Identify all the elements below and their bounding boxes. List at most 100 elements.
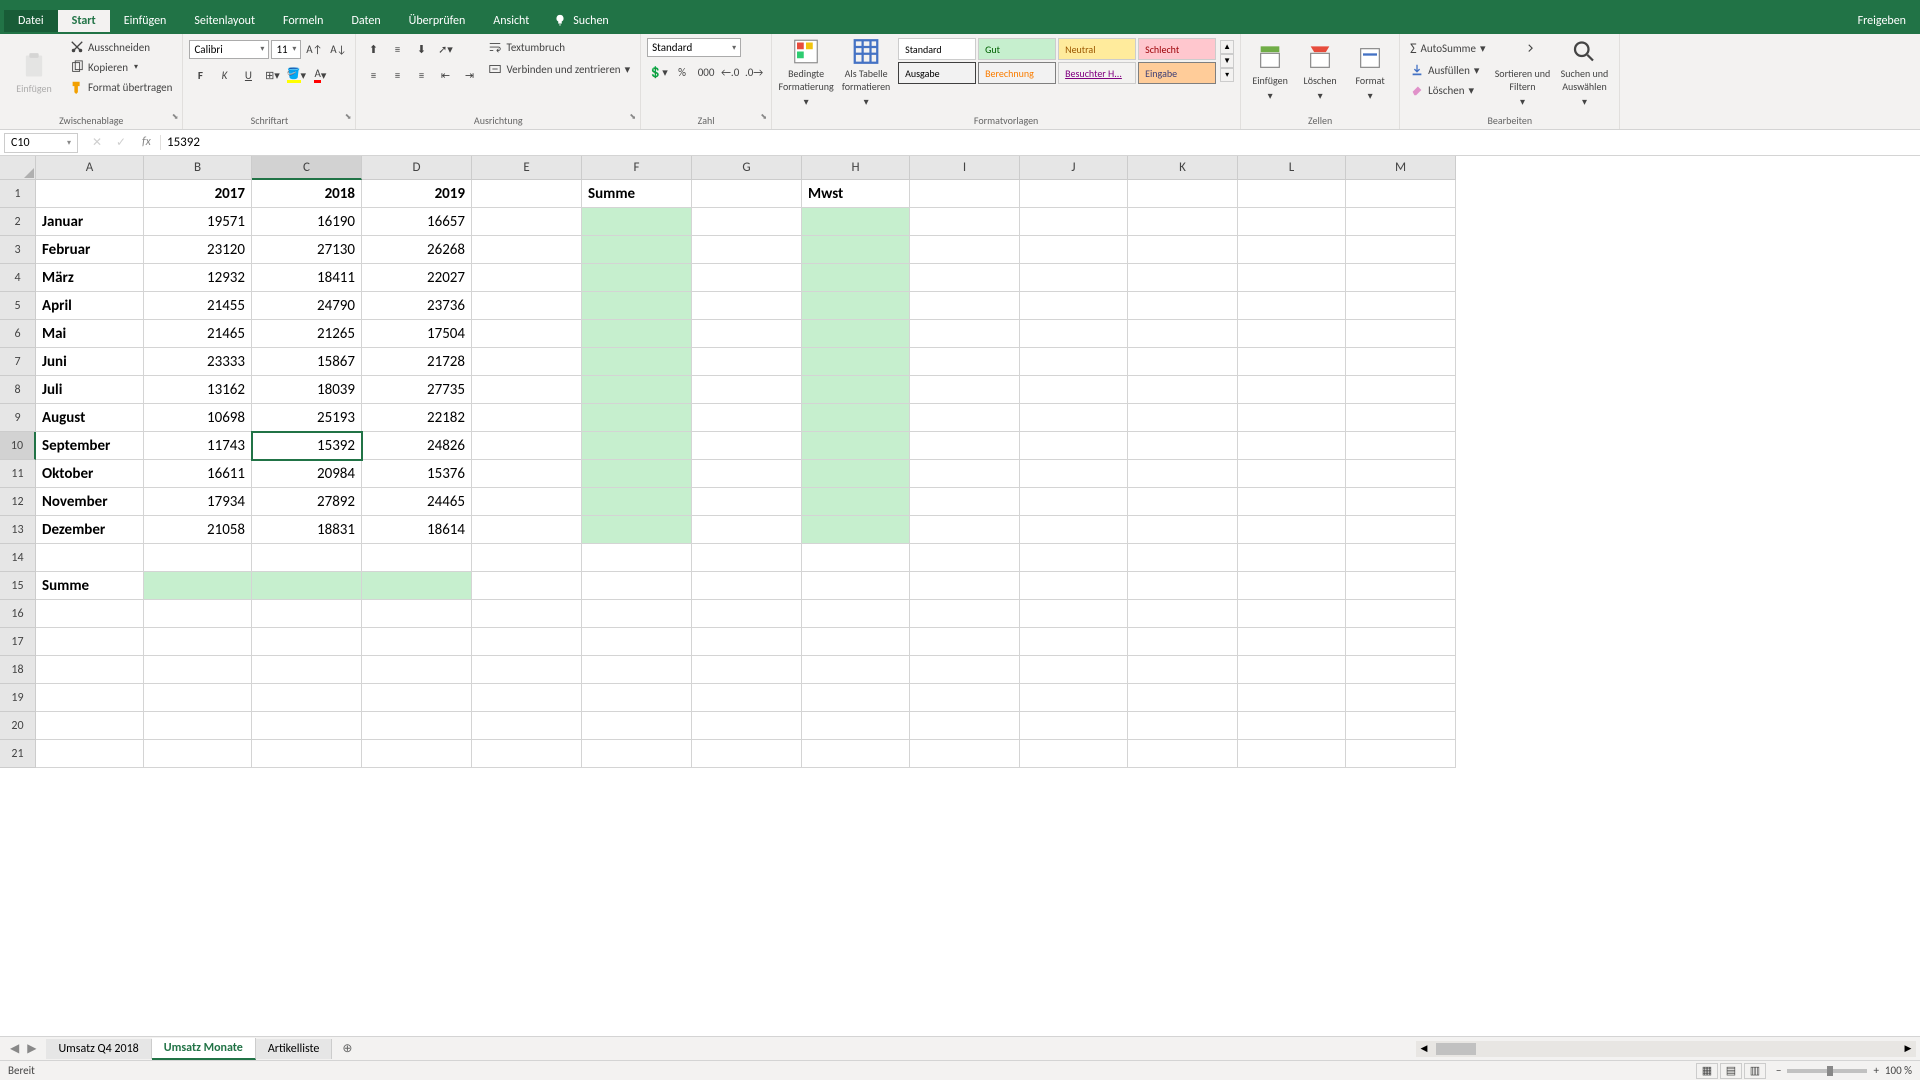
cell-F7[interactable] [582,348,692,376]
cell-M7[interactable] [1346,348,1456,376]
row-header-2[interactable]: 2 [0,208,36,236]
cell-L11[interactable] [1238,460,1346,488]
cell-K6[interactable] [1128,320,1238,348]
sort-filter-button[interactable]: Sortieren und Filtern▾ [1493,38,1551,108]
cell-C10[interactable]: 15392 [252,432,362,460]
zoom-out-button[interactable]: − [1776,1064,1781,1077]
find-select-button[interactable]: Suchen und Auswählen▾ [1555,38,1613,108]
cell-A13[interactable]: Dezember [36,516,144,544]
cell-I18[interactable] [910,656,1020,684]
cell-J4[interactable] [1020,264,1128,292]
cell-H17[interactable] [802,628,910,656]
cell-M17[interactable] [1346,628,1456,656]
cell-K14[interactable] [1128,544,1238,572]
cell-J14[interactable] [1020,544,1128,572]
cell-J5[interactable] [1020,292,1128,320]
cell-M13[interactable] [1346,516,1456,544]
cell-G8[interactable] [692,376,802,404]
cell-L5[interactable] [1238,292,1346,320]
cell-A4[interactable]: März [36,264,144,292]
cell-M11[interactable] [1346,460,1456,488]
cell-K8[interactable] [1128,376,1238,404]
cell-J17[interactable] [1020,628,1128,656]
font-color-button[interactable]: A▾ [309,64,331,86]
cell-K3[interactable] [1128,236,1238,264]
cell-B17[interactable] [144,628,252,656]
cell-E7[interactable] [472,348,582,376]
row-header-13[interactable]: 13 [0,516,36,544]
accept-formula-button[interactable]: ✓ [112,135,130,150]
accounting-button[interactable]: 💲▾ [647,61,669,83]
cell-B19[interactable] [144,684,252,712]
cell-I11[interactable] [910,460,1020,488]
orientation-button[interactable]: ➚▾ [434,38,456,60]
cell-H18[interactable] [802,656,910,684]
style-neutral[interactable]: Neutral [1058,38,1136,60]
cell-K17[interactable] [1128,628,1238,656]
column-header-K[interactable]: K [1128,156,1238,180]
column-header-G[interactable]: G [692,156,802,180]
cell-A21[interactable] [36,740,144,768]
cell-F21[interactable] [582,740,692,768]
cell-L13[interactable] [1238,516,1346,544]
cell-A19[interactable] [36,684,144,712]
cell-K5[interactable] [1128,292,1238,320]
format-painter-button[interactable]: Format übertragen [66,78,176,96]
formula-input[interactable] [161,133,1920,152]
cell-B15[interactable] [144,572,252,600]
increase-font-button[interactable]: A↑ [303,38,325,60]
cell-D14[interactable] [362,544,472,572]
cell-M19[interactable] [1346,684,1456,712]
cell-J7[interactable] [1020,348,1128,376]
cell-H15[interactable] [802,572,910,600]
cell-D11[interactable]: 15376 [362,460,472,488]
cell-E1[interactable] [472,180,582,208]
tab-ansicht[interactable]: Ansicht [479,10,543,32]
cell-K18[interactable] [1128,656,1238,684]
increase-decimal-button[interactable]: ←.0 [719,61,741,83]
tab-file[interactable]: Datei [4,10,58,32]
cell-C3[interactable]: 27130 [252,236,362,264]
cell-H5[interactable] [802,292,910,320]
cell-E20[interactable] [472,712,582,740]
column-header-C[interactable]: C [252,156,362,180]
cell-H11[interactable] [802,460,910,488]
cell-E15[interactable] [472,572,582,600]
cell-G4[interactable] [692,264,802,292]
cell-L15[interactable] [1238,572,1346,600]
cell-C1[interactable]: 2018 [252,180,362,208]
cell-D10[interactable]: 24826 [362,432,472,460]
cell-G5[interactable] [692,292,802,320]
insert-cells-button[interactable]: Einfügen▾ [1247,38,1293,108]
cell-B20[interactable] [144,712,252,740]
cell-A2[interactable]: Januar [36,208,144,236]
cell-B13[interactable]: 21058 [144,516,252,544]
share-button[interactable]: Freigeben [1838,14,1920,28]
column-header-M[interactable]: M [1346,156,1456,180]
cell-I20[interactable] [910,712,1020,740]
align-expand[interactable]: ⬊ [629,112,636,122]
cell-C13[interactable]: 18831 [252,516,362,544]
cell-J20[interactable] [1020,712,1128,740]
cell-C4[interactable]: 18411 [252,264,362,292]
row-header-12[interactable]: 12 [0,488,36,516]
cell-C12[interactable]: 27892 [252,488,362,516]
column-header-E[interactable]: E [472,156,582,180]
column-header-B[interactable]: B [144,156,252,180]
cell-K2[interactable] [1128,208,1238,236]
italic-button[interactable]: K [213,64,235,86]
cell-D5[interactable]: 23736 [362,292,472,320]
zoom-level[interactable]: 100 % [1885,1064,1912,1077]
row-header-11[interactable]: 11 [0,460,36,488]
cell-F18[interactable] [582,656,692,684]
cell-M9[interactable] [1346,404,1456,432]
tab-einfuegen[interactable]: Einfügen [110,10,181,32]
cell-C16[interactable] [252,600,362,628]
cell-D13[interactable]: 18614 [362,516,472,544]
cell-E6[interactable] [472,320,582,348]
cell-F19[interactable] [582,684,692,712]
cell-J2[interactable] [1020,208,1128,236]
cell-L8[interactable] [1238,376,1346,404]
number-format-select[interactable]: Standard▾ [647,38,741,57]
cell-B14[interactable] [144,544,252,572]
